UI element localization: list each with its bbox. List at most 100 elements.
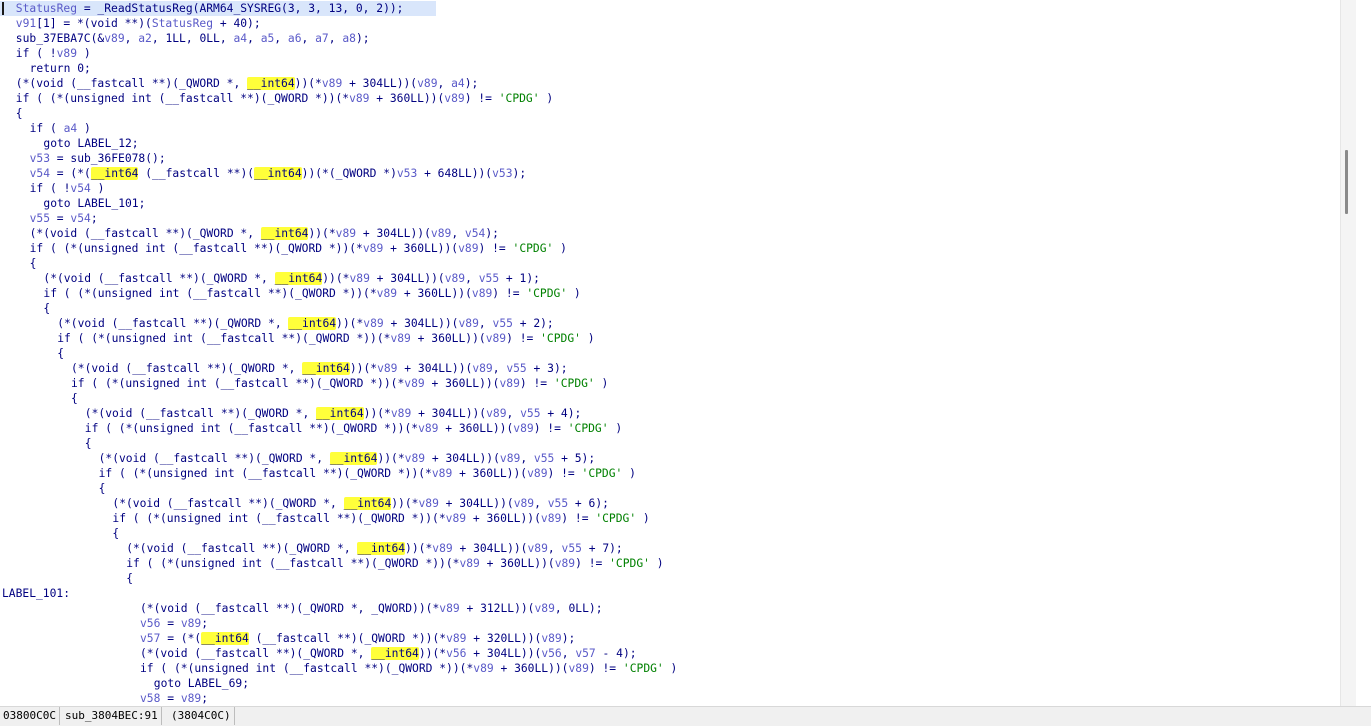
code-identifier[interactable]: v89 xyxy=(349,272,369,285)
code-identifier[interactable]: v89 xyxy=(555,557,575,570)
code-identifier[interactable]: v58 xyxy=(140,692,160,705)
code-identifier[interactable]: v89 xyxy=(541,512,561,525)
code-line[interactable]: if ( (*(unsigned int (__fastcall **)(_QW… xyxy=(0,511,649,526)
code-line[interactable]: { xyxy=(0,571,133,586)
code-line[interactable]: if ( (*(unsigned int (__fastcall **)(_QW… xyxy=(0,466,636,481)
search-highlight[interactable]: __int64 xyxy=(90,167,139,180)
code-line[interactable]: (*(void (__fastcall **)(_QWORD *, __int6… xyxy=(0,451,595,466)
code-line[interactable]: (*(void (__fastcall **)(_QWORD *, __int6… xyxy=(0,76,478,91)
code-identifier[interactable]: a6 xyxy=(288,32,302,45)
code-line[interactable]: (*(void (__fastcall **)(_QWORD *, __int6… xyxy=(0,316,554,331)
scrollbar-thumb[interactable] xyxy=(1345,150,1348,214)
code-identifier[interactable]: a4 xyxy=(451,77,465,90)
code-identifier[interactable]: v89 xyxy=(500,452,520,465)
code-identifier[interactable]: v55 xyxy=(534,452,554,465)
code-line[interactable]: v54 = (*(__int64 (__fastcall **)(__int64… xyxy=(0,166,526,181)
code-identifier[interactable]: v55 xyxy=(479,272,499,285)
code-identifier[interactable]: v57 xyxy=(140,632,160,645)
code-line[interactable]: (*(void (__fastcall **)(_QWORD *, __int6… xyxy=(0,271,540,286)
code-identifier[interactable]: v89 xyxy=(104,32,124,45)
code-identifier[interactable]: v89 xyxy=(535,602,555,615)
code-identifier[interactable]: v91 xyxy=(16,17,36,30)
code-line[interactable]: (*(void (__fastcall **)(_QWORD *, __int6… xyxy=(0,406,581,421)
code-identifier[interactable]: a5 xyxy=(261,32,275,45)
code-line[interactable]: v55 = v54; xyxy=(0,211,98,226)
code-identifier[interactable]: v89 xyxy=(349,92,369,105)
search-highlight[interactable]: __int64 xyxy=(357,542,406,555)
code-identifier[interactable]: v89 xyxy=(486,407,506,420)
search-highlight[interactable]: __int64 xyxy=(247,77,295,90)
code-line[interactable]: if ( !v89 ) xyxy=(0,46,91,61)
search-highlight[interactable]: __int64 xyxy=(371,647,419,660)
code-line[interactable]: (*(void (__fastcall **)(_QWORD *, __int6… xyxy=(0,361,568,376)
code-identifier[interactable]: v89 xyxy=(500,377,520,390)
code-identifier[interactable]: v89 xyxy=(446,632,466,645)
code-line[interactable]: v53 = sub_36FE078(); xyxy=(0,151,166,166)
code-line[interactable]: v57 = (*(__int64 (__fastcall **)(_QWORD … xyxy=(0,631,575,646)
pseudocode-view[interactable]: StatusReg = _ReadStatusReg(ARM64_SYSREG(… xyxy=(0,0,1356,706)
code-line[interactable]: { xyxy=(0,256,37,271)
code-line[interactable]: { xyxy=(0,436,92,451)
code-identifier[interactable]: v56 xyxy=(446,647,466,660)
code-line[interactable]: { xyxy=(0,301,50,316)
code-line[interactable]: { xyxy=(0,391,78,406)
code-line[interactable]: StatusReg = _ReadStatusReg(ARM64_SYSREG(… xyxy=(0,1,436,16)
code-line[interactable]: v56 = v89; xyxy=(0,616,208,631)
code-identifier[interactable]: v57 xyxy=(575,647,595,660)
search-highlight[interactable]: __int64 xyxy=(254,167,302,180)
code-identifier[interactable]: v89 xyxy=(458,242,478,255)
code-identifier[interactable]: v89 xyxy=(363,317,383,330)
code-identifier[interactable]: v89 xyxy=(459,317,479,330)
code-identifier[interactable]: v55 xyxy=(562,542,582,555)
code-line[interactable]: (*(void (__fastcall **)(_QWORD *, __int6… xyxy=(0,646,637,661)
code-line[interactable]: { xyxy=(0,526,119,541)
code-line[interactable]: { xyxy=(0,346,64,361)
code-identifier[interactable]: v55 xyxy=(548,497,568,510)
code-line[interactable]: if ( !v54 ) xyxy=(0,181,105,196)
code-identifier[interactable]: v89 xyxy=(528,542,548,555)
code-line[interactable]: if ( (*(unsigned int (__fastcall **)(_QW… xyxy=(0,421,622,436)
code-identifier[interactable]: v55 xyxy=(520,407,540,420)
code-identifier[interactable]: v89 xyxy=(57,47,77,60)
code-identifier[interactable]: v89 xyxy=(377,287,397,300)
code-identifier[interactable]: v89 xyxy=(405,452,425,465)
code-identifier[interactable]: v89 xyxy=(336,227,356,240)
code-identifier[interactable]: v89 xyxy=(513,422,533,435)
code-identifier[interactable]: v89 xyxy=(472,287,492,300)
code-identifier[interactable]: v89 xyxy=(486,332,506,345)
search-highlight[interactable]: __int64 xyxy=(260,227,309,240)
code-identifier[interactable]: v89 xyxy=(322,77,342,90)
code-identifier[interactable]: v54 xyxy=(30,167,50,180)
code-identifier[interactable]: v53 xyxy=(492,167,512,180)
code-identifier[interactable]: a4 xyxy=(233,32,247,45)
code-identifier[interactable]: v89 xyxy=(404,377,424,390)
code-line[interactable]: (*(void (__fastcall **)(_QWORD *, __int6… xyxy=(0,541,623,556)
code-identifier[interactable]: v89 xyxy=(418,422,438,435)
code-line[interactable]: if ( (*(unsigned int (__fastcall **)(_QW… xyxy=(0,91,553,106)
code-identifier[interactable]: v89 xyxy=(417,77,437,90)
search-highlight[interactable]: __int64 xyxy=(201,632,249,645)
search-highlight[interactable]: __int64 xyxy=(343,497,392,510)
code-identifier[interactable]: v54 xyxy=(70,212,90,225)
code-identifier[interactable]: a8 xyxy=(342,32,356,45)
code-line[interactable]: v58 = v89; xyxy=(0,691,208,706)
code-identifier[interactable]: v55 xyxy=(493,317,513,330)
code-identifier[interactable]: v89 xyxy=(181,617,201,630)
code-identifier[interactable]: v89 xyxy=(377,362,397,375)
code-identifier[interactable]: v89 xyxy=(444,92,464,105)
code-identifier[interactable]: v89 xyxy=(541,632,561,645)
code-identifier[interactable]: v89 xyxy=(569,662,589,675)
code-identifier[interactable]: v89 xyxy=(432,542,452,555)
code-line[interactable]: { xyxy=(0,481,106,496)
code-identifier[interactable]: v89 xyxy=(514,497,534,510)
code-line[interactable]: if ( (*(unsigned int (__fastcall **)(_QW… xyxy=(0,556,663,571)
code-identifier[interactable]: v53 xyxy=(397,167,417,180)
code-identifier[interactable]: a7 xyxy=(315,32,329,45)
code-line[interactable]: v91[1] = *(void **)(StatusReg + 40); xyxy=(0,16,261,31)
code-line[interactable]: (*(void (__fastcall **)(_QWORD *, __int6… xyxy=(0,496,609,511)
code-line[interactable]: if ( (*(unsigned int (__fastcall **)(_QW… xyxy=(0,331,594,346)
code-line[interactable]: (*(void (__fastcall **)(_QWORD *, __int6… xyxy=(0,226,499,241)
code-identifier[interactable]: v54 xyxy=(465,227,485,240)
code-line[interactable]: sub_37EBA7C(&v89, a2, 1LL, 0LL, a4, a5, … xyxy=(0,31,370,46)
code-identifier[interactable]: v89 xyxy=(181,692,201,705)
